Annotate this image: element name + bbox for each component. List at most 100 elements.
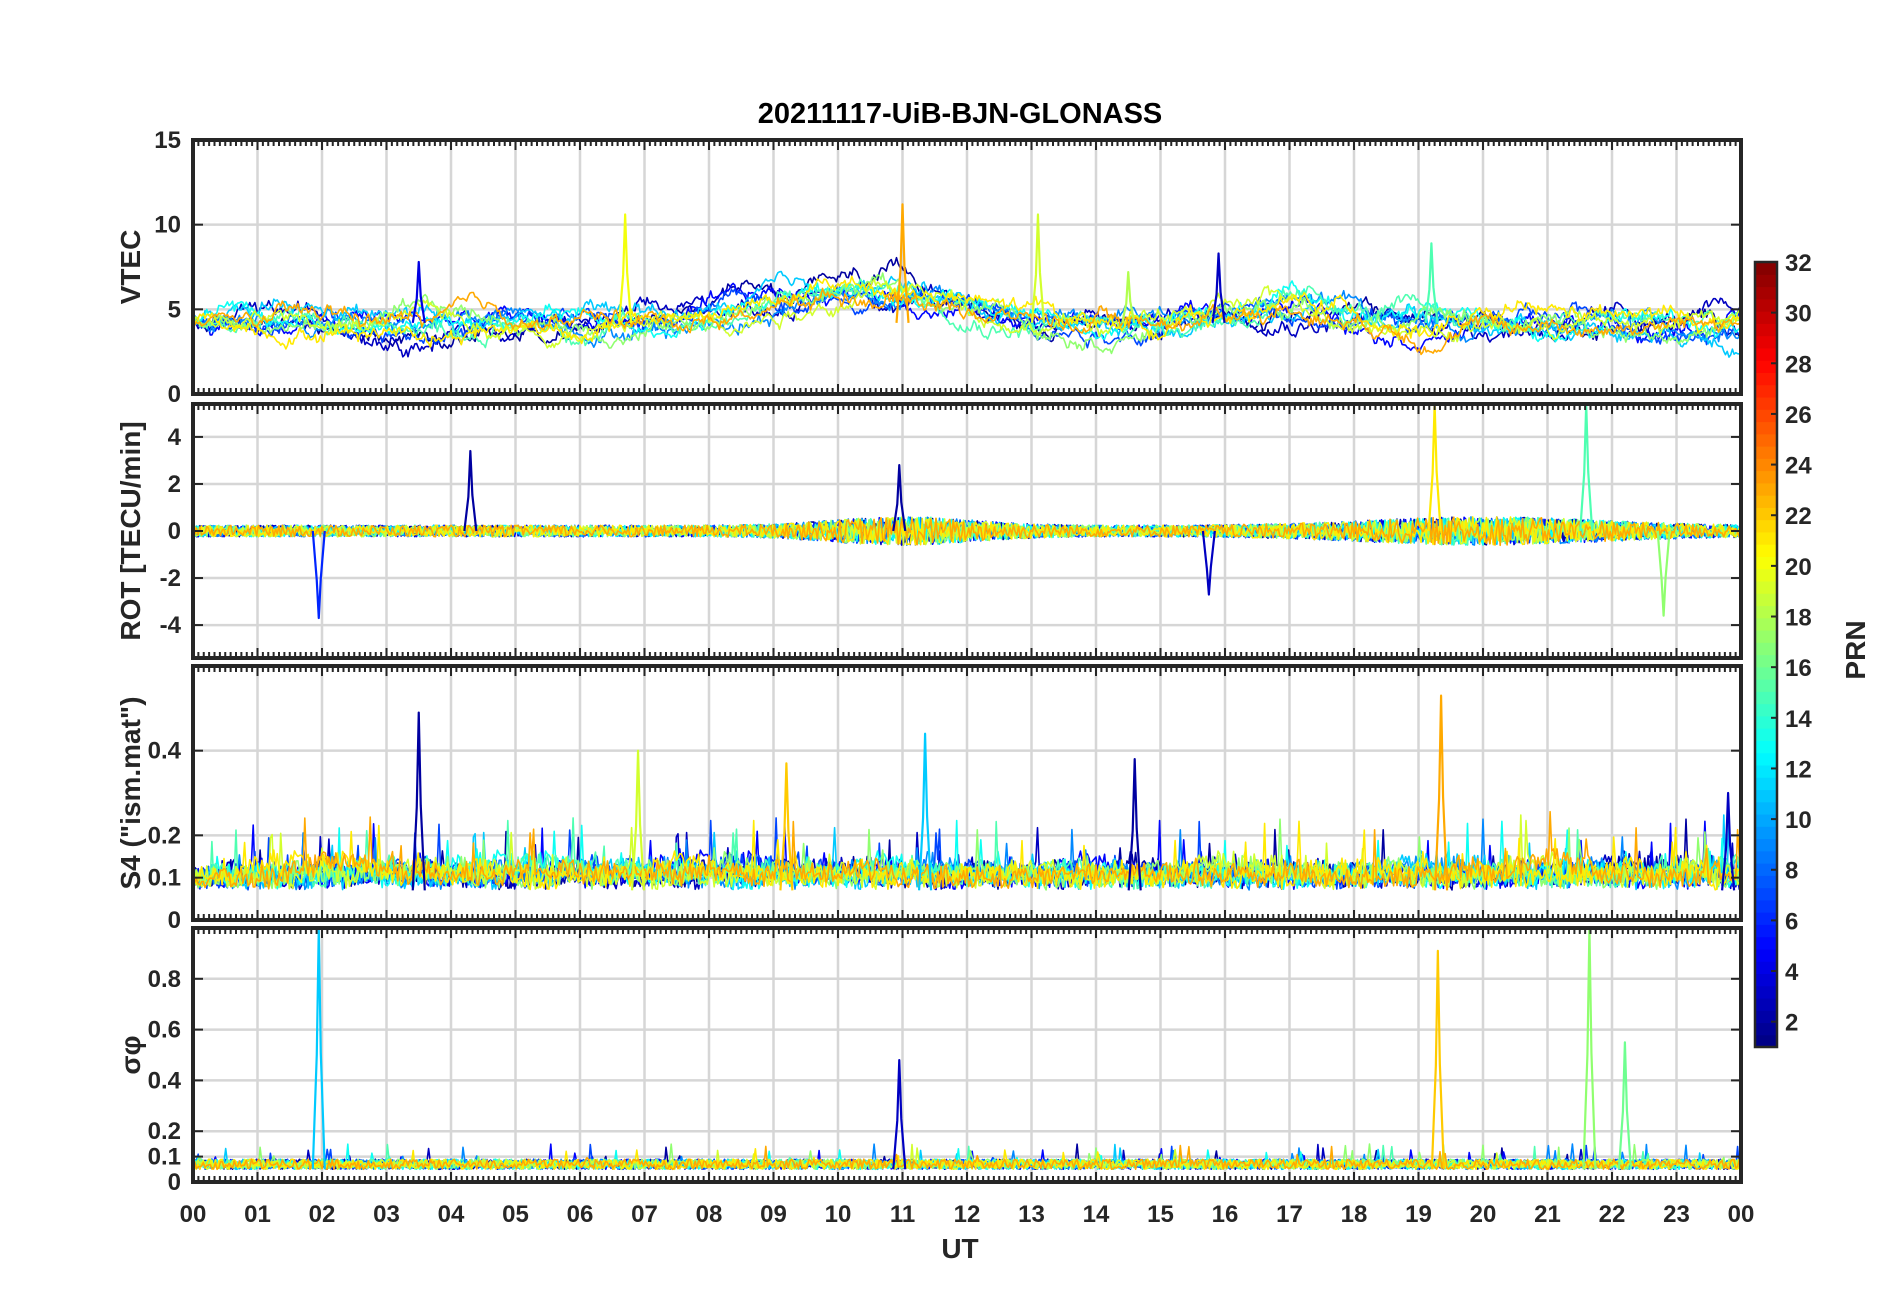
x-tick-label: 03: [373, 1201, 400, 1228]
panels-group: 051015VTEC-4-2024ROT [TECU/min]00.10.20.…: [115, 127, 1754, 1228]
colorbar-segment: [1755, 519, 1777, 533]
panel-rot: -4 -2 0 2 4 ROT [TECU/min]: [115, 402, 1743, 660]
y-tick-label: 4: [168, 424, 182, 451]
x-tick-label: 23: [1663, 1201, 1690, 1228]
colorbar-segment: [1755, 360, 1777, 373]
y-tick-label: 2: [168, 471, 181, 498]
y-tick-label: 5: [168, 296, 181, 323]
x-tick-label: 00: [1728, 1201, 1755, 1228]
x-tick-label: 01: [244, 1201, 271, 1228]
colorbar-tick-label: 32: [1785, 250, 1812, 277]
colorbar-segment: [1755, 482, 1777, 496]
y-tick-label: 0.2: [148, 822, 181, 849]
x-axis-label: UT: [941, 1233, 978, 1264]
colorbar-segment: [1755, 593, 1777, 607]
x-tick-label: 19: [1405, 1201, 1432, 1228]
y-axis-label-rot: ROT [TECU/min]: [115, 421, 146, 640]
y-tick-label: 0: [168, 1169, 181, 1196]
y-tick-label: 15: [154, 127, 181, 154]
chart-figure: 20211117-UiB-BJN-GLONASS 051015VTEC-4-20…: [0, 0, 1902, 1292]
colorbar-tick-label: 2: [1785, 1010, 1798, 1037]
colorbar-segment: [1755, 850, 1777, 864]
colorbar-segment: [1755, 936, 1777, 950]
x-tick-label: 09: [760, 1201, 787, 1228]
colorbar-segment: [1755, 580, 1777, 594]
colorbar-segment: [1755, 433, 1777, 447]
y-axis-label-vtec: VTEC: [115, 230, 146, 305]
colorbar-segment: [1755, 703, 1777, 717]
y-tick-label: 0: [168, 381, 181, 408]
y-axis-label-sigma_phi: σφ: [115, 1035, 146, 1074]
colorbar-segment: [1755, 274, 1777, 288]
x-tick-label: 22: [1599, 1201, 1626, 1228]
colorbar-segment: [1755, 323, 1777, 337]
x-tick-label: 20: [1470, 1201, 1497, 1228]
colorbar-segment: [1755, 335, 1777, 349]
colorbar-segment: [1755, 347, 1777, 361]
colorbar-tick-label: 12: [1785, 756, 1812, 783]
colorbar-segment: [1755, 1034, 1777, 1048]
chart-title: 20211117-UiB-BJN-GLONASS: [758, 98, 1163, 130]
colorbar-segment: [1755, 642, 1777, 656]
colorbar-tick-label: 28: [1785, 351, 1812, 378]
y-axis-label-s4: S4 ("ism.mat"): [115, 696, 146, 889]
x-tick-label: 07: [631, 1201, 658, 1228]
colorbar-segment: [1755, 777, 1777, 791]
colorbar-segment: [1755, 679, 1777, 692]
colorbar-segment: [1755, 372, 1777, 386]
colorbar-segment: [1755, 298, 1777, 312]
colorbar-segment: [1755, 384, 1777, 398]
panel-vtec: 0 5 10 15 VTEC: [115, 127, 1743, 408]
colorbar-segment: [1755, 961, 1777, 975]
colorbar-segment: [1755, 421, 1777, 435]
x-tick-label: 08: [696, 1201, 723, 1228]
y-tick-label: 10: [154, 212, 181, 239]
x-tick-label: 13: [1018, 1201, 1045, 1228]
x-tick-label: 06: [567, 1201, 594, 1228]
colorbar-tick-label: 14: [1785, 706, 1812, 733]
colorbar-segment: [1755, 286, 1777, 300]
colorbar-tick-label: 22: [1785, 503, 1812, 530]
colorbar-segment: [1755, 544, 1777, 557]
colorbar-segment: [1755, 617, 1777, 631]
colorbar-segment: [1755, 985, 1777, 999]
x-tick-label: 17: [1276, 1201, 1303, 1228]
colorbar-segment: [1755, 912, 1777, 925]
colorbar-segment: [1755, 789, 1777, 803]
colorbar-segment: [1755, 838, 1777, 852]
colorbar-tick-label: 4: [1785, 959, 1799, 986]
x-tick-label: 21: [1534, 1201, 1561, 1228]
colorbar-segment: [1755, 445, 1777, 459]
y-tick-label: 0.2: [148, 1118, 181, 1145]
colorbar-segment: [1755, 531, 1777, 545]
colorbar-tick-label: 24: [1785, 453, 1812, 480]
colorbar-segment: [1755, 764, 1777, 778]
colorbar-segment: [1755, 875, 1777, 889]
colorbar-segment: [1755, 728, 1777, 741]
y-tick-label: 0.4: [148, 1067, 182, 1094]
y-tick-label: -2: [160, 565, 181, 592]
colorbar-tick-label: 10: [1785, 807, 1812, 834]
x-tick-label: 18: [1341, 1201, 1368, 1228]
panel-sigma_phi: 00.10.2 0.4 0.6 0.8 σφ: [115, 926, 1743, 1196]
x-tick-label: 04: [438, 1201, 465, 1228]
y-tick-label: 0.4: [148, 738, 182, 765]
x-tick-label: 12: [954, 1201, 981, 1228]
y-tick-label: 0.6: [148, 1017, 181, 1044]
colorbar-segment: [1755, 262, 1777, 275]
colorbar-label: PRN: [1840, 620, 1871, 679]
x-tick-label: 11: [890, 1201, 915, 1228]
x-tick-label: 10: [825, 1201, 852, 1228]
colorbar-segment: [1755, 507, 1777, 521]
panel-s4: 0 0.1 0.2 0.4S4 ("ism.mat"): [115, 664, 1743, 934]
colorbar-segment: [1755, 899, 1777, 913]
colorbar-segment: [1755, 654, 1777, 668]
colorbar-segment: [1755, 396, 1777, 410]
colorbar-segment: [1755, 691, 1777, 705]
colorbar-tick-label: 6: [1785, 908, 1798, 935]
x-tick-label: 05: [502, 1201, 529, 1228]
y-tick-label: 0.1: [148, 865, 181, 892]
colorbar-segment: [1755, 666, 1777, 680]
colorbar-segment: [1755, 409, 1777, 423]
x-tick-label: 16: [1212, 1201, 1239, 1228]
